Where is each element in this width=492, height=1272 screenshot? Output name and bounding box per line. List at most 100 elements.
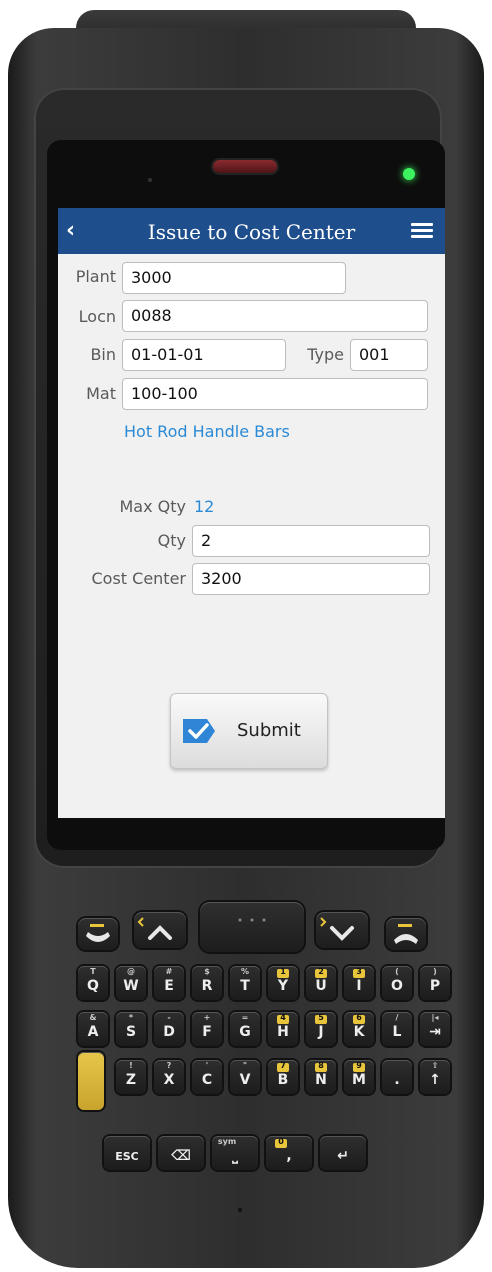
key-row3-4[interactable]: 7B <box>268 1060 298 1094</box>
key-row3-6[interactable]: 9M <box>344 1060 374 1094</box>
key-label: B <box>277 1072 289 1088</box>
key-label: V <box>239 1072 251 1088</box>
key-row4-1[interactable]: ⌫ <box>158 1136 204 1170</box>
qty-label: Qty <box>157 531 186 550</box>
key-row4-3[interactable]: 0, <box>266 1136 312 1170</box>
key-label: ⌫ <box>171 1148 191 1164</box>
bin-label: Bin <box>90 345 116 364</box>
locn-field[interactable]: 0088 <box>122 300 428 332</box>
hamburger-menu-icon[interactable] <box>411 223 433 239</box>
nav-down-key[interactable] <box>316 912 368 948</box>
key-secondary-label: 9 <box>356 1061 362 1070</box>
key-row1-5[interactable]: 1Y <box>268 966 298 1000</box>
key-label: G <box>239 1024 251 1040</box>
key-label: N <box>315 1072 327 1088</box>
key-label: K <box>353 1024 365 1040</box>
key-row3-0[interactable]: ! Z <box>116 1060 146 1094</box>
key-secondary-label: ? <box>166 1061 172 1070</box>
key-secondary-label: + <box>203 1013 211 1022</box>
key-row2-6[interactable]: 5J <box>306 1012 336 1046</box>
key-row3-3[interactable]: " V <box>230 1060 260 1094</box>
key-label: R <box>201 978 213 994</box>
key-label: C <box>201 1072 213 1088</box>
key-row1-3[interactable]: $ R <box>192 966 222 1000</box>
key-row1-1[interactable]: @ W <box>116 966 146 1000</box>
key-label: H <box>277 1024 289 1040</box>
call-key[interactable] <box>78 918 118 950</box>
bin-field[interactable]: 01-01-01 <box>122 339 286 371</box>
key-row1-7[interactable]: 3I <box>344 966 374 1000</box>
key-row2-2[interactable]: -D <box>154 1012 184 1046</box>
end-call-key[interactable] <box>386 918 426 950</box>
nav-up-key[interactable] <box>134 912 186 948</box>
key-secondary-label: 5 <box>318 1013 324 1022</box>
max-qty-label: Max Qty <box>119 497 187 516</box>
page-title: Issue to Cost Center <box>147 220 356 244</box>
key-secondary-label: - <box>167 1013 171 1022</box>
key-label: J <box>318 1024 324 1040</box>
key-row1-2[interactable]: # E <box>154 966 184 1000</box>
qty-field[interactable]: 2 <box>192 525 430 557</box>
submit-button[interactable]: Submit <box>170 693 328 769</box>
plant-label: Plant <box>75 267 116 286</box>
key-secondary-label: T <box>90 967 96 976</box>
key-secondary-label: |◂ <box>431 1013 439 1022</box>
key-row2-9[interactable]: |◂ ⇥ <box>420 1012 450 1046</box>
key-row2-1[interactable]: * S <box>116 1012 146 1046</box>
plant-field[interactable]: 3000 <box>122 262 346 294</box>
key-row4-4[interactable]: ↵ <box>320 1136 366 1170</box>
status-led <box>403 168 415 180</box>
key-label: X <box>163 1072 175 1088</box>
max-qty-value: 12 <box>194 497 215 516</box>
type-field[interactable]: 001 <box>350 339 428 371</box>
app-screen: ‹ Issue to Cost Center Plant 3000 Locn 0… <box>58 208 445 818</box>
mat-label: Mat <box>86 384 116 403</box>
key-row1-8[interactable]: (O <box>382 966 412 1000</box>
cost-center-field[interactable]: 3200 <box>192 563 430 595</box>
chevron-down-icon <box>320 917 354 941</box>
title-bar: ‹ Issue to Cost Center <box>58 208 445 254</box>
key-secondary-label: @ <box>127 967 135 976</box>
key-row4-0[interactable]: ESC <box>104 1136 150 1170</box>
key-row1-4[interactable]: % T <box>230 966 260 1000</box>
key-row2-7[interactable]: 6K <box>344 1012 374 1046</box>
key-secondary-label: 7 <box>280 1061 286 1070</box>
key-row3-2[interactable]: ' C <box>192 1060 222 1094</box>
key-label: W <box>123 978 139 994</box>
key-label: ⎵ <box>232 1148 238 1164</box>
mat-field[interactable]: 100-100 <box>122 378 428 410</box>
key-row2-5[interactable]: 4H <box>268 1012 298 1046</box>
key-row3-8[interactable]: ⇧ ↑ <box>420 1060 450 1094</box>
key-label: ESC <box>115 1150 139 1163</box>
key-label: Y <box>277 978 289 994</box>
key-label: Q <box>87 978 99 994</box>
key-row2-3[interactable]: + F <box>192 1012 222 1046</box>
phone-hangup-icon <box>394 924 418 944</box>
key-row4-2[interactable]: sym ⎵ <box>212 1136 258 1170</box>
key-secondary-label: 1 <box>280 967 286 976</box>
alt-shift-key[interactable] <box>78 1052 104 1110</box>
key-row3-7[interactable]: . <box>382 1060 412 1094</box>
key-row1-9[interactable]: ) P <box>420 966 450 1000</box>
key-label: E <box>164 978 174 994</box>
key-row2-4[interactable]: = G <box>230 1012 260 1046</box>
key-secondary-label: ) <box>433 967 437 976</box>
key-row3-1[interactable]: ? X <box>154 1060 184 1094</box>
key-label: . <box>394 1072 400 1088</box>
key-label: M <box>352 1072 366 1088</box>
key-secondary-label: " <box>242 1061 248 1070</box>
key-secondary-label: 6 <box>356 1013 362 1022</box>
key-secondary-label: & <box>89 1013 97 1022</box>
key-label: P <box>429 978 441 994</box>
key-row1-6[interactable]: 2U <box>306 966 336 1000</box>
key-secondary-label: ! <box>129 1061 133 1070</box>
key-secondary-label: ( <box>395 967 399 976</box>
center-select-key[interactable] <box>200 902 304 952</box>
key-label: I <box>356 978 362 994</box>
key-row2-0[interactable]: & A <box>78 1012 108 1046</box>
key-row3-5[interactable]: 8N <box>306 1060 336 1094</box>
key-row2-8[interactable]: / L <box>382 1012 412 1046</box>
key-row1-0[interactable]: TQ <box>78 966 108 1000</box>
key-label: ↵ <box>337 1148 349 1164</box>
key-secondary-label: ⇧ <box>431 1061 439 1070</box>
